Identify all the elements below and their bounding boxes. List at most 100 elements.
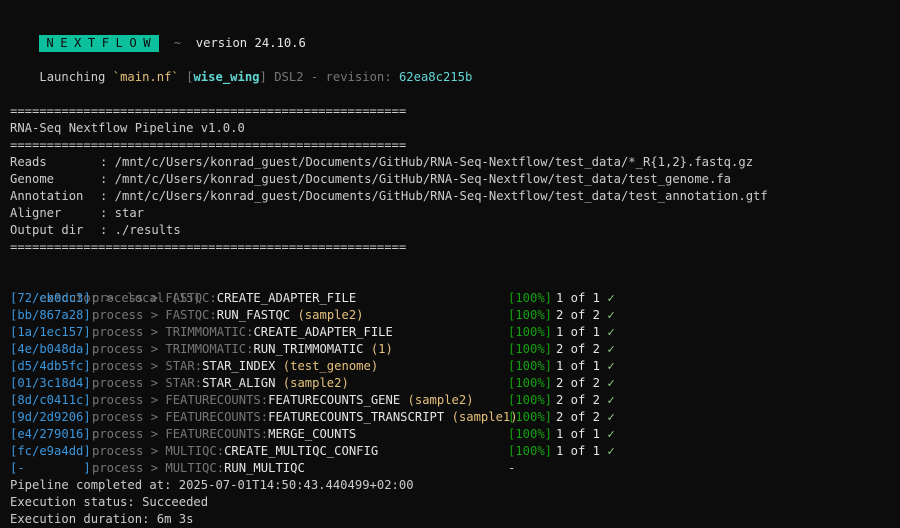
process-task-name: STAR_INDEX (202, 359, 276, 373)
process-task-name: RUN_TRIMMOMATIC (253, 342, 364, 356)
process-tag: (sample2) (297, 308, 364, 322)
param-label: Genome (10, 172, 55, 186)
executor-line: executor > local (15) (10, 273, 200, 305)
process-module: FEATURECOUNTS: (165, 393, 269, 407)
process-module: STAR: (165, 359, 203, 373)
process-task-name: RUN_FASTQC (216, 308, 291, 322)
process-word: process > (92, 427, 166, 441)
task-hash: [72/eb0dc3] (10, 291, 91, 305)
param-value: : /mnt/c/Users/konrad_guest/Documents/Gi… (100, 155, 754, 169)
dsl-label: DSL2 - (266, 70, 326, 84)
process-name: process > FEATURECOUNTS:FEATURECOUNTS_GE… (92, 392, 474, 409)
process-word: process > (92, 325, 166, 339)
param-row: Annotation : /mnt/c/Users/konrad_guest/Do… (10, 188, 890, 205)
process-module: STAR: (165, 376, 203, 390)
tilde: ~ (173, 36, 182, 50)
process-task-name: CREATE_ADAPTER_FILE (216, 291, 357, 305)
process-row: [8d/c0411c] process > FEATURECOUNTS:FEATU… (10, 392, 890, 409)
process-task-name: MERGE_COUNTS (268, 427, 357, 441)
checkmark-icon: ✓ (607, 359, 615, 373)
version-text: version 24.10.6 (195, 36, 306, 50)
nextflow-logo: NEXTFLOW (39, 35, 160, 52)
task-count: 1 of 1 ✓ (556, 324, 615, 341)
progress-percent: [100%] (508, 376, 553, 390)
task-count-text: 2 of 2 (556, 410, 601, 424)
process-task-name: FEATURECOUNTS_TRANSCRIPT (268, 410, 445, 424)
task-hash: [bb/867a28] (10, 308, 91, 322)
process-module: FEATURECOUNTS: (165, 427, 269, 441)
task-count: 2 of 2 ✓ (556, 392, 615, 409)
completed-line: Pipeline completed at: 2025-07-01T14:50:… (10, 478, 414, 492)
param-value: : /mnt/c/Users/konrad_guest/Documents/Gi… (100, 172, 732, 186)
process-task-name: STAR_ALIGN (202, 376, 276, 390)
progress-percent: [100%] (508, 444, 553, 458)
checkmark-icon: ✓ (607, 444, 615, 458)
pipeline-title: RNA-Seq Nextflow Pipeline v1.0.0 (10, 121, 245, 135)
task-count: 1 of 1 ✓ (556, 426, 615, 443)
process-row: [4e/b048da] process > TRIMMOMATIC:RUN_TRI… (10, 341, 890, 358)
launch-prefix: Launching (39, 70, 113, 84)
process-name: process > MULTIQC:CREATE_MULTIQC_CONFIG (92, 443, 378, 460)
progress-percent: [100%] (508, 410, 553, 424)
progress-percent: [100%] (508, 342, 553, 356)
progress-percent: - (508, 461, 516, 475)
param-label: Aligner (10, 206, 62, 220)
process-word: process > (92, 410, 166, 424)
process-name: process > STAR:STAR_ALIGN (sample2) (92, 375, 349, 392)
process-module: TRIMMOMATIC: (165, 325, 254, 339)
script-name: `main.nf` (112, 70, 179, 84)
param-value: : star (100, 206, 145, 220)
task-hash: [4e/b048da] (10, 342, 91, 356)
revision-hash: 62ea8c215b (398, 70, 473, 84)
process-name: process > FEATURECOUNTS:FEATURECOUNTS_TR… (92, 409, 518, 426)
checkmark-icon: ✓ (607, 308, 615, 322)
separator: ========================================… (10, 138, 407, 152)
process-word: process > (92, 342, 166, 356)
process-row: [72/eb0dc3] process > FASTQC:CREATE_ADAPT… (10, 290, 890, 307)
nextflow-header: NEXTFLOW ~ version 24.10.6 (10, 18, 306, 52)
param-row: Output dir: ./results (10, 222, 890, 239)
task-hash: [fc/e9a4dd] (10, 444, 91, 458)
run-name: wise_wing (193, 70, 260, 84)
process-module: MULTIQC: (165, 461, 225, 475)
process-tag: (sample2) (282, 376, 349, 390)
process-tag: (sample2) (407, 393, 474, 407)
process-module: MULTIQC: (165, 444, 225, 458)
task-count-text: 2 of 2 (556, 393, 601, 407)
progress-percent: [100%] (508, 359, 553, 373)
process-word: process > (92, 444, 166, 458)
progress-percent: [100%] (508, 325, 553, 339)
process-module: FASTQC: (165, 291, 217, 305)
process-row: [1a/1ec157] process > TRIMMOMATIC:CREATE_… (10, 324, 890, 341)
progress-percent: [100%] (508, 308, 553, 322)
process-tag: (1) (370, 342, 393, 356)
progress-percent: [100%] (508, 427, 553, 441)
process-task-name: CREATE_MULTIQC_CONFIG (224, 444, 379, 458)
launch-line: Launching `main.nf` [wise_wing] DSL2 - r… (39, 70, 473, 84)
task-count: 1 of 1 ✓ (556, 443, 615, 460)
task-hash: [- ] (10, 461, 91, 475)
status-line: Execution status: Succeeded (10, 495, 209, 509)
task-count-text: 1 of 1 (556, 325, 601, 339)
process-row: [fc/e9a4dd] process > MULTIQC:CREATE_MULT… (10, 443, 890, 460)
task-hash: [8d/c0411c] (10, 393, 91, 407)
process-row: [e4/279016] process > FEATURECOUNTS:MERGE… (10, 426, 890, 443)
separator: ========================================… (10, 104, 407, 118)
process-word: process > (92, 461, 166, 475)
param-label: Annotation (10, 189, 84, 203)
task-count: 2 of 2 ✓ (556, 409, 615, 426)
separator: ========================================… (10, 240, 407, 254)
param-value: : /mnt/c/Users/konrad_guest/Documents/Gi… (100, 189, 768, 203)
checkmark-icon: ✓ (607, 342, 615, 356)
task-count-text: 2 of 2 (556, 308, 601, 322)
checkmark-icon: ✓ (607, 376, 615, 390)
param-label: Output dir (10, 223, 84, 237)
process-name: process > STAR:STAR_INDEX (test_genome) (92, 358, 378, 375)
checkmark-icon: ✓ (607, 291, 615, 305)
task-hash: [01/3c18d4] (10, 376, 91, 390)
task-count: 2 of 2 ✓ (556, 341, 615, 358)
process-task-name: CREATE_ADAPTER_FILE (253, 325, 393, 339)
process-row: [d5/4db5fc] process > STAR:STAR_INDEX (te… (10, 358, 890, 375)
process-name: process > FASTQC:RUN_FASTQC (sample2) (92, 307, 364, 324)
process-task-name: FEATURECOUNTS_GENE (268, 393, 401, 407)
